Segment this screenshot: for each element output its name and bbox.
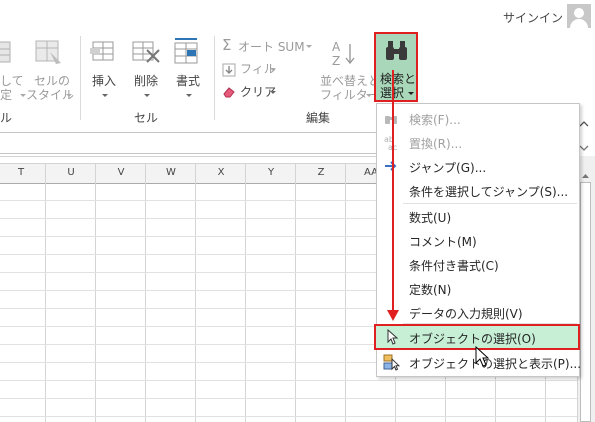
pointer-icon	[383, 328, 401, 346]
binoculars-icon	[382, 109, 400, 127]
find-select-menu: 検索(F)... abac 置換(R)... ジャンプ(G)... 条件を選択し…	[374, 103, 581, 377]
mouse-cursor-icon	[474, 345, 490, 368]
annotation-arrow-line	[392, 70, 394, 313]
menu-item-formulas[interactable]: 数式(U)	[378, 204, 578, 228]
scrollbar-thumb[interactable]	[580, 182, 591, 422]
menu-item-comments[interactable]: コメント(M)	[378, 228, 578, 252]
arrow-right-icon	[382, 157, 400, 175]
scroll-up-icon[interactable]	[580, 166, 591, 178]
selection-pane-icon	[382, 353, 401, 371]
menu-item-replace[interactable]: abac 置換(R)...	[378, 130, 578, 154]
annotation-arrow-head	[387, 310, 399, 321]
replace-icon: abac	[382, 133, 400, 152]
expand-formula-bar-icon[interactable]	[579, 138, 589, 151]
menu-item-constants[interactable]: 定数(N)	[378, 276, 578, 300]
menu-item-find[interactable]: 検索(F)...	[378, 106, 578, 130]
menu-item-goto[interactable]: ジャンプ(G)...	[378, 154, 578, 178]
collapse-ribbon-icon[interactable]	[579, 114, 589, 127]
menu-item-conditional-formatting[interactable]: 条件付き書式(C)	[378, 252, 578, 276]
menu-item-goto-special[interactable]: 条件を選択してジャンプ(S)...	[378, 178, 578, 202]
menu-item-data-validation[interactable]: データの入力規則(V)	[378, 300, 578, 324]
